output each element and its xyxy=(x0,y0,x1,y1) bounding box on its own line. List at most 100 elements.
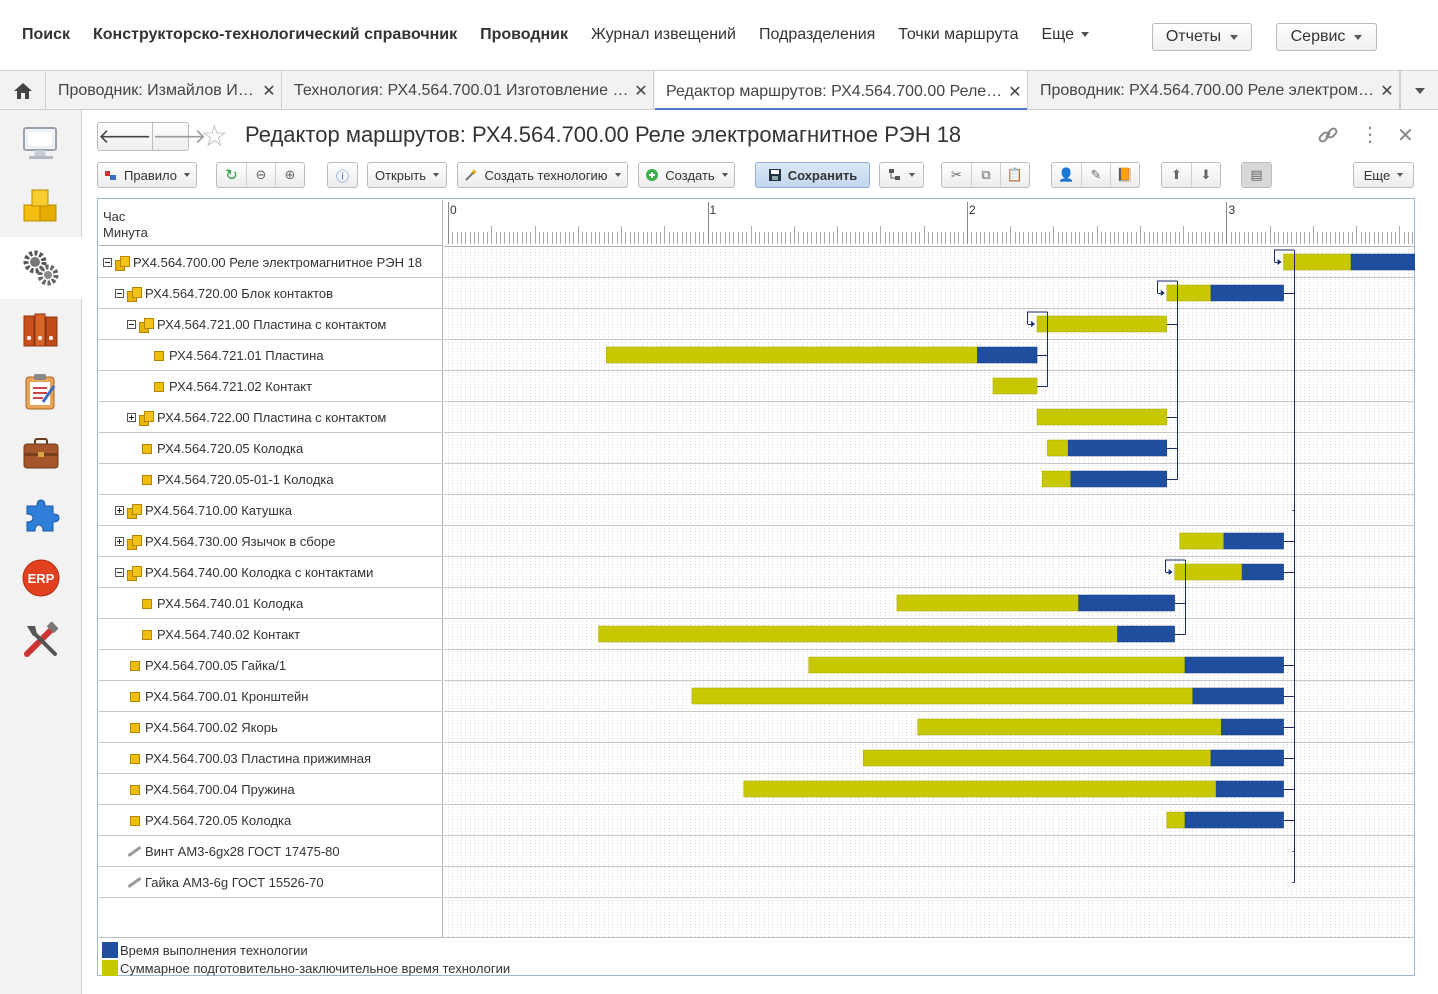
table-row[interactable]: Гайка АМ3-6g ГОСТ 15526-70 xyxy=(99,867,443,898)
move-down-icon[interactable]: ⬇ xyxy=(1191,163,1220,187)
table-row[interactable]: РХ4.564.710.00 Катушка xyxy=(99,495,443,526)
section-catalog[interactable] xyxy=(0,175,82,237)
collapse-icon[interactable] xyxy=(127,319,136,329)
collapse-icon[interactable] xyxy=(115,567,124,577)
row-label: РХ4.564.740.01 Колодка xyxy=(157,595,304,611)
move-up-icon[interactable]: ⬆ xyxy=(1162,163,1191,187)
clipboard-icon xyxy=(25,374,56,410)
prep-time-bar xyxy=(598,625,1118,643)
tab-bar: Проводник: Измайлов И.А. ✕ Технология: РХ… xyxy=(0,70,1438,112)
menu-departments[interactable]: Подразделения xyxy=(759,26,875,44)
more-actions-icon[interactable]: ⋮ xyxy=(1360,122,1380,147)
favorite-star-icon[interactable]: ☆ xyxy=(201,119,228,154)
zoom-out-icon[interactable]: ⊖ xyxy=(246,163,275,187)
edit-icon[interactable]: ✎ xyxy=(1081,163,1110,187)
section-archive[interactable] xyxy=(0,299,82,361)
link-icon[interactable] xyxy=(1317,124,1339,152)
table-row[interactable]: РХ4.564.700.05 Гайка/1 xyxy=(99,650,443,681)
prep-time-bar xyxy=(1036,408,1168,426)
menu-design-reference[interactable]: Конструкторско-технологический справочни… xyxy=(93,26,457,44)
table-row[interactable]: РХ4.564.721.00 Пластина с контактом xyxy=(99,309,443,340)
row-label: РХ4.564.720.05 Колодка xyxy=(145,812,292,828)
refresh-icon[interactable]: ↻ xyxy=(217,163,246,187)
part-icon xyxy=(127,690,141,703)
save-button[interactable]: Сохранить xyxy=(755,162,870,188)
expand-icon[interactable] xyxy=(115,536,124,546)
tab-route-editor[interactable]: Редактор маршрутов: РХ4.564.700.00 Реле … xyxy=(655,71,1028,112)
folders-icon xyxy=(23,313,58,347)
rule-button[interactable]: Правило xyxy=(97,162,197,188)
menu-search[interactable]: Поиск xyxy=(22,26,70,44)
tabs-dropdown-button[interactable] xyxy=(1400,71,1438,110)
close-icon[interactable]: ✕ xyxy=(629,81,653,101)
book-icon[interactable]: 📙 xyxy=(1110,163,1139,187)
form-toolbar: Правило ↻ ⊖ ⊕ ⓘ Открыть Создать технолог… xyxy=(97,162,1417,188)
table-row[interactable]: РХ4.564.740.00 Колодка с контактами xyxy=(99,557,443,588)
close-icon[interactable]: ✕ xyxy=(257,81,281,101)
open-button[interactable]: Открыть xyxy=(367,162,447,188)
section-integration[interactable] xyxy=(0,485,82,547)
collapse-icon[interactable] xyxy=(115,288,124,298)
table-row[interactable]: РХ4.564.720.05 Колодка xyxy=(99,433,443,464)
menu-more[interactable]: Еще xyxy=(1041,26,1089,44)
create-button[interactable]: Создать xyxy=(638,162,735,188)
table-row[interactable]: РХ4.564.700.00 Реле электромагнитное РЭН… xyxy=(99,247,443,278)
close-icon[interactable]: ✕ xyxy=(1003,82,1027,102)
table-row[interactable]: РХ4.564.720.05 Колодка xyxy=(99,805,443,836)
close-icon[interactable]: ✕ xyxy=(1375,81,1399,101)
home-tab[interactable] xyxy=(0,71,46,110)
table-row[interactable]: РХ4.564.721.02 Контакт xyxy=(99,371,443,402)
table-row[interactable]: Винт АМ3-6gх28 ГОСТ 17475-80 xyxy=(99,836,443,867)
cut-icon[interactable]: ✂ xyxy=(942,163,971,187)
row-label: РХ4.564.720.05 Колодка xyxy=(157,440,304,456)
table-row[interactable]: РХ4.564.722.00 Пластина с контактом xyxy=(99,402,443,433)
table-row[interactable]: РХ4.564.721.01 Пластина xyxy=(99,340,443,371)
part-icon xyxy=(127,721,141,734)
reports-button[interactable]: Отчеты xyxy=(1152,23,1252,51)
expand-icon[interactable] xyxy=(115,505,124,515)
paste-icon[interactable]: 📋 xyxy=(1000,163,1029,187)
copy-icon[interactable]: ⧉ xyxy=(971,163,1000,187)
table-row[interactable]: РХ4.564.700.01 Кронштейн xyxy=(99,681,443,712)
table-row[interactable]: РХ4.564.700.04 Пружина xyxy=(99,774,443,805)
user-icon[interactable]: 👤 xyxy=(1052,163,1081,187)
prep-time-bar xyxy=(691,687,1194,705)
section-erp[interactable]: ERP xyxy=(0,547,82,609)
assembly-icon xyxy=(127,503,142,519)
back-button[interactable]: 🡐 xyxy=(98,123,152,150)
tab-explorer-izmailov[interactable]: Проводник: Измайлов И.А. ✕ xyxy=(47,71,282,110)
exec-time-bar xyxy=(1192,687,1284,705)
table-row[interactable]: РХ4.564.700.03 Пластина прижимная xyxy=(99,743,443,774)
section-technology[interactable] xyxy=(0,237,82,299)
table-row[interactable]: РХ4.564.730.00 Язычок в сборе xyxy=(99,526,443,557)
section-administration[interactable] xyxy=(0,609,82,671)
section-projects[interactable] xyxy=(0,423,82,485)
menu-route-points[interactable]: Точки маршрута xyxy=(898,26,1018,44)
info-icon[interactable]: ⓘ xyxy=(328,163,357,187)
close-form-icon[interactable]: ✕ xyxy=(1397,123,1414,148)
table-row[interactable]: РХ4.564.720.00 Блок контактов xyxy=(99,278,443,309)
exec-time-bar xyxy=(977,346,1038,364)
table-row[interactable]: РХ4.564.700.02 Якорь xyxy=(99,712,443,743)
prep-time-bar xyxy=(917,718,1222,736)
create-technology-button[interactable]: Создать технологию xyxy=(457,162,628,188)
toolbar-more-button[interactable]: Еще xyxy=(1353,162,1414,188)
collapse-icon[interactable] xyxy=(103,257,112,267)
expand-icon[interactable] xyxy=(127,412,136,422)
zoom-in-icon[interactable]: ⊕ xyxy=(275,163,304,187)
tab-technology[interactable]: Технология: РХ4.564.700.01 Изготовление … xyxy=(283,71,654,110)
tab-explorer-relay[interactable]: Проводник: РХ4.564.700.00 Реле электрома… xyxy=(1029,71,1400,110)
table-row[interactable]: РХ4.564.740.01 Колодка xyxy=(99,588,443,619)
section-tasks[interactable] xyxy=(0,361,82,423)
table-row[interactable]: РХ4.564.740.02 Контакт xyxy=(99,619,443,650)
panel-icon[interactable]: ▤ xyxy=(1242,163,1271,187)
prep-time-bar xyxy=(1166,811,1186,829)
service-button[interactable]: Сервис xyxy=(1276,23,1377,51)
table-row[interactable]: РХ4.564.720.05-01-1 Колодка xyxy=(99,464,443,495)
section-desktop[interactable] xyxy=(0,113,82,175)
forward-button[interactable]: 🡒 xyxy=(151,123,206,150)
structure-button[interactable] xyxy=(879,162,924,188)
menu-explorer[interactable]: Проводник xyxy=(480,26,568,44)
exec-time-bar xyxy=(1215,780,1284,798)
menu-notices-journal[interactable]: Журнал извещений xyxy=(591,26,736,44)
